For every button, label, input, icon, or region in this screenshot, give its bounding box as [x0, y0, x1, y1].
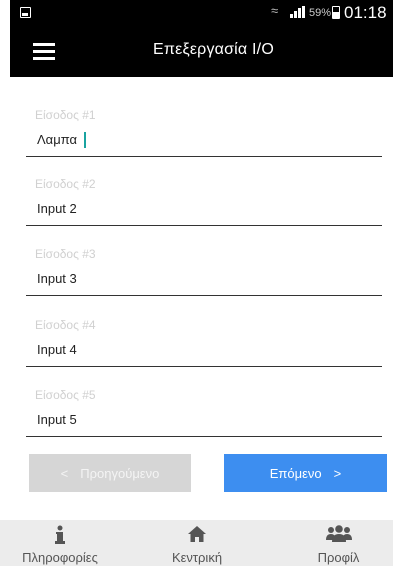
menu-icon[interactable]	[33, 42, 55, 60]
users-icon	[284, 525, 393, 547]
text-cursor	[84, 132, 86, 148]
input-field-1: Είσοδος #1	[26, 108, 382, 168]
input-label-2: Είσοδος #2	[35, 177, 96, 191]
input-underline-4	[26, 366, 382, 367]
previous-button[interactable]: < Προηγούμενο	[29, 454, 191, 492]
input-field-5: Είσοδος #5	[26, 388, 382, 448]
page-title: Επεξεργασία I/O	[153, 41, 274, 58]
info-icon	[0, 525, 120, 547]
phone-screen: ≈ 59% 01:18 Επεξεργασία I/O Είσοδος #1 Ε…	[0, 0, 393, 566]
input-5[interactable]	[26, 407, 382, 431]
input-field-4: Είσοδος #4	[26, 318, 382, 378]
previous-button-label: Προηγούμενο	[80, 465, 160, 481]
app-bar: Επεξεργασία I/O	[10, 26, 393, 77]
battery-icon	[332, 6, 340, 19]
top-bar: ≈ 59% 01:18 Επεξεργασία I/O	[10, 0, 393, 77]
signal-icon	[290, 6, 306, 18]
input-label-4: Είσοδος #4	[35, 318, 96, 332]
input-label-1: Είσοδος #1	[35, 108, 96, 122]
input-underline-2	[26, 225, 382, 226]
input-label-5: Είσοδος #5	[35, 388, 96, 402]
input-field-3: Είσοδος #3	[26, 247, 382, 307]
wifi-icon: ≈	[271, 3, 279, 18]
input-4[interactable]	[26, 337, 382, 361]
input-underline-1	[26, 156, 382, 157]
clock: 01:18	[344, 3, 387, 22]
nav-label-info: Πληροφορίες	[22, 550, 98, 565]
input-2[interactable]	[26, 196, 382, 220]
nav-item-home[interactable]: Κεντρική	[137, 520, 257, 566]
input-3[interactable]	[26, 266, 382, 290]
input-1[interactable]	[26, 127, 382, 151]
status-bar: ≈ 59% 01:18	[10, 0, 393, 26]
chevron-left-icon: <	[60, 465, 69, 481]
bottom-nav: Πληροφορίες Κεντρική Προφίλ	[0, 520, 393, 566]
gallery-notification-icon	[20, 7, 31, 18]
home-icon	[137, 525, 257, 547]
nav-item-info[interactable]: Πληροφορίες	[0, 520, 120, 566]
nav-label-profile: Προφίλ	[317, 550, 360, 565]
nav-item-profile[interactable]: Προφίλ	[284, 520, 393, 566]
input-field-2: Είσοδος #2	[26, 177, 382, 237]
input-underline-5	[26, 436, 382, 437]
nav-label-home: Κεντρική	[171, 550, 223, 565]
input-label-3: Είσοδος #3	[35, 247, 96, 261]
next-button-label: Επόμενο	[269, 465, 322, 481]
next-button[interactable]: Επόμενο >	[224, 454, 387, 492]
battery-percent: 59%	[309, 7, 332, 19]
input-underline-3	[26, 295, 382, 296]
chevron-right-icon: >	[333, 465, 342, 481]
